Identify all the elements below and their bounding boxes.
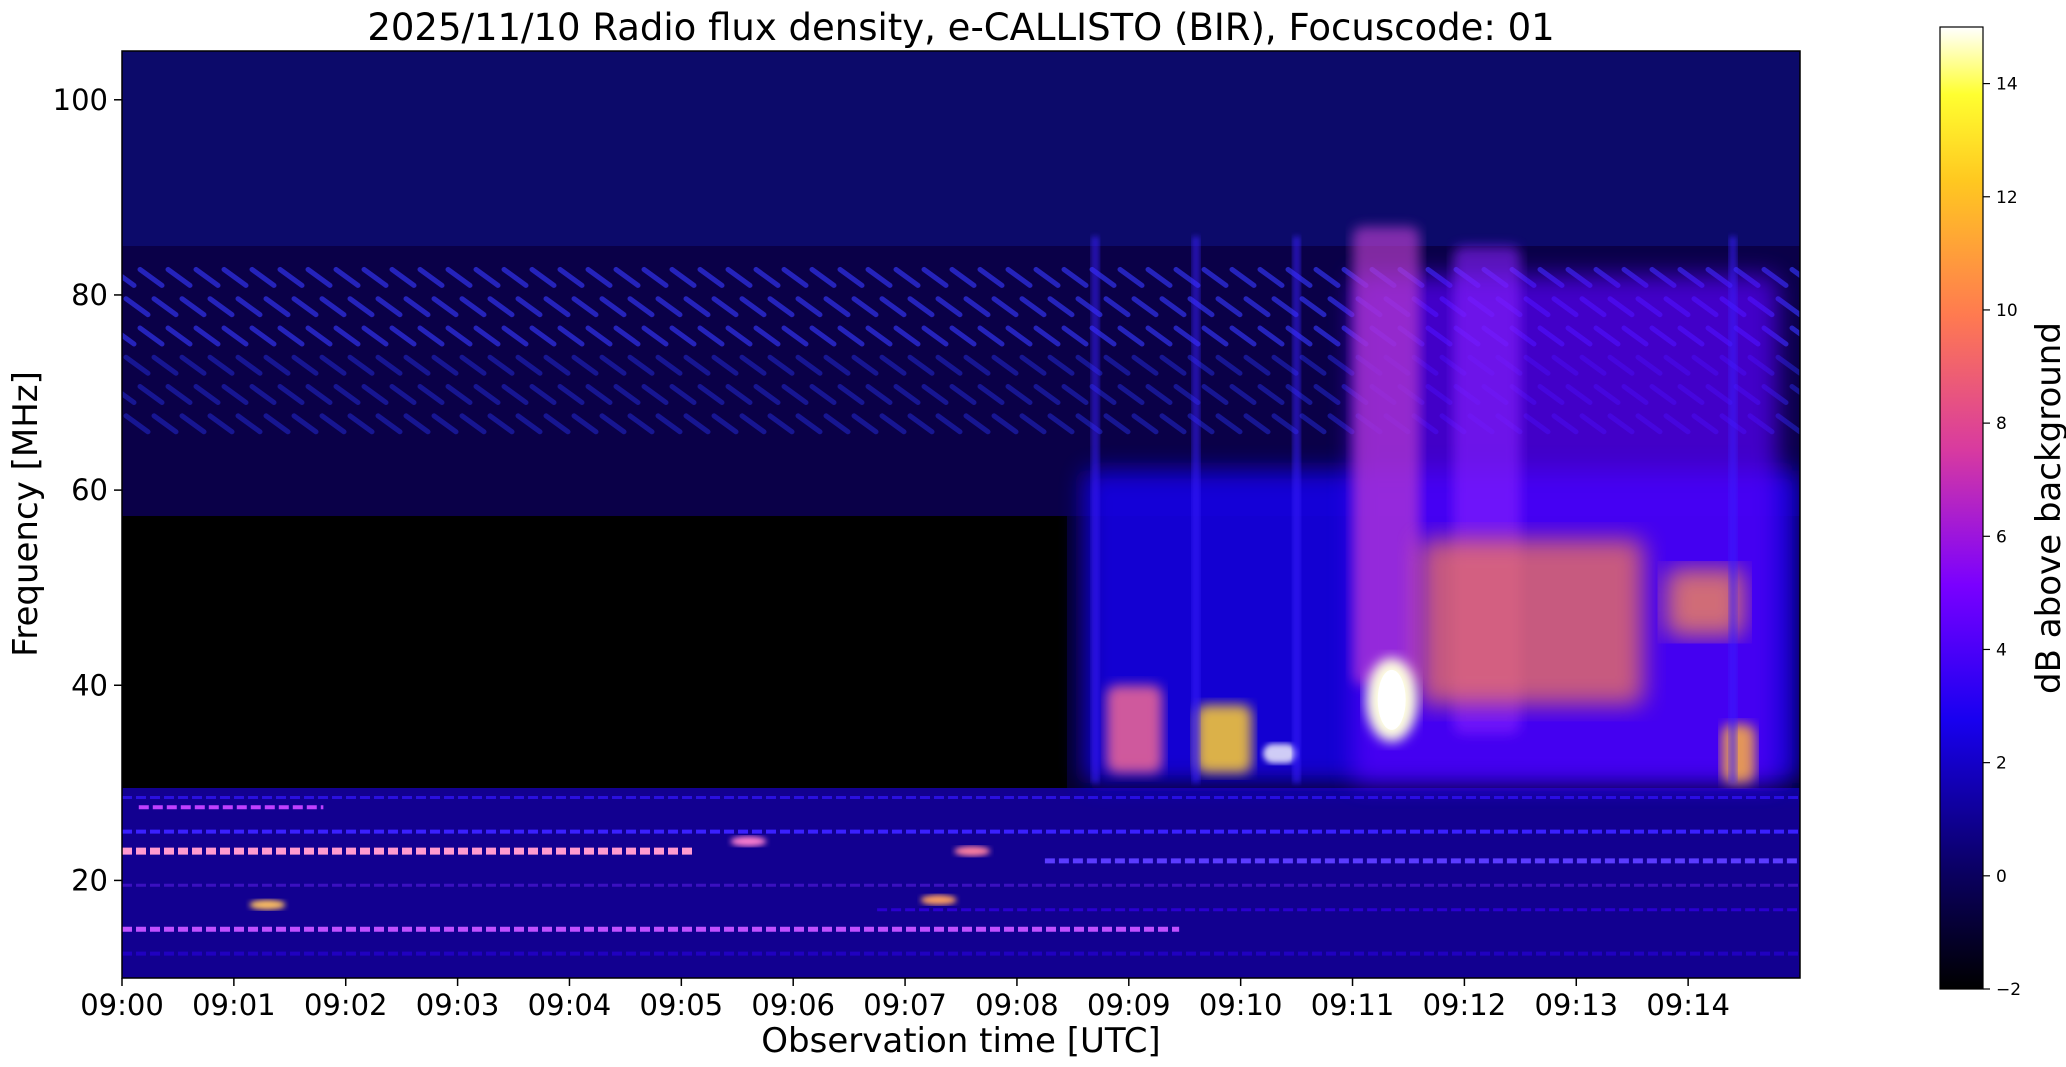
- x-axis-ticks: 09:00 09:01 09:02 09:03 09:04 09:05 09:06 09:07…: [80, 978, 1730, 1022]
- burst-emission: [1263, 743, 1297, 764]
- x-tick-label: 09:07: [863, 988, 947, 1022]
- upper-band-region: [122, 51, 1800, 246]
- x-axis-label: Observation time [UTC]: [761, 1021, 1160, 1061]
- quiet-region: [122, 516, 1067, 788]
- x-tick-label: 09:03: [416, 988, 500, 1022]
- interference-spot: [249, 899, 286, 910]
- burst-streak: [1091, 236, 1100, 783]
- x-tick-label: 09:14: [1646, 988, 1730, 1022]
- x-tick-label: 09:02: [304, 988, 388, 1022]
- x-tick-label: 09:00: [80, 988, 164, 1022]
- x-tick-label: 09:09: [1087, 988, 1171, 1022]
- colorbar-tick-label: 10: [1996, 301, 2018, 321]
- interference-spot: [730, 836, 767, 847]
- interference-spot: [954, 846, 991, 857]
- colorbar-tick-label: 0: [1996, 867, 2007, 887]
- x-tick-label: 09:12: [1423, 988, 1507, 1022]
- burst-emission: [1419, 538, 1644, 705]
- burst-peak-core: [1377, 669, 1406, 730]
- burst-streak: [1191, 236, 1200, 783]
- colorbar-fill: [1940, 27, 1983, 989]
- colorbar-tick-label: 6: [1996, 527, 2007, 547]
- x-tick-label: 09:05: [640, 988, 724, 1022]
- colorbar-label: dB above background: [2029, 322, 2066, 694]
- colorbar-tick-label: 4: [1996, 640, 2007, 660]
- x-tick-label: 09:06: [751, 988, 835, 1022]
- burst-streak: [1728, 236, 1737, 783]
- x-tick-label: 09:08: [975, 988, 1059, 1022]
- y-axis-label: Frequency [MHz]: [6, 371, 46, 657]
- x-tick-label: 09:04: [528, 988, 612, 1022]
- x-tick-label: 09:11: [1311, 988, 1395, 1022]
- colorbar-tick-label: 14: [1996, 75, 2018, 95]
- burst-emission: [1106, 685, 1163, 774]
- x-tick-label: 09:13: [1534, 988, 1618, 1022]
- y-tick-label: 100: [53, 83, 108, 117]
- interference-spot: [920, 894, 957, 905]
- colorbar-tick-label: 8: [1996, 414, 2007, 434]
- x-tick-label: 09:01: [192, 988, 276, 1022]
- x-tick-label: 09:10: [1199, 988, 1283, 1022]
- spectrogram-figure: 2025/11/10 Radio flux density, e-CALLIST…: [6, 6, 2066, 1061]
- colorbar: −2 0 2 4 6 8 10 12 14 dB above background: [1939, 26, 2066, 1000]
- burst-emission: [1352, 226, 1420, 686]
- burst-emission: [1721, 724, 1756, 783]
- chart-title: 2025/11/10 Radio flux density, e-CALLIST…: [367, 6, 1554, 49]
- colorbar-tick-label: −2: [1996, 980, 2021, 1000]
- y-tick-label: 60: [71, 473, 108, 507]
- y-tick-label: 20: [71, 863, 108, 897]
- burst-streak: [1292, 236, 1301, 783]
- spectrogram-heatmap: [122, 51, 1800, 978]
- y-tick-label: 40: [71, 668, 108, 702]
- colorbar-tick-label: 12: [1996, 188, 2018, 208]
- colorbar-tick-label: 2: [1996, 754, 2007, 774]
- low-band-region: [122, 788, 1800, 978]
- y-tick-label: 80: [71, 278, 108, 312]
- burst-emission: [1195, 704, 1252, 774]
- colorbar-ticks: −2 0 2 4 6 8 10 12 14: [1983, 75, 2021, 1000]
- y-axis-ticks: 20 40 60 80 100: [53, 83, 122, 897]
